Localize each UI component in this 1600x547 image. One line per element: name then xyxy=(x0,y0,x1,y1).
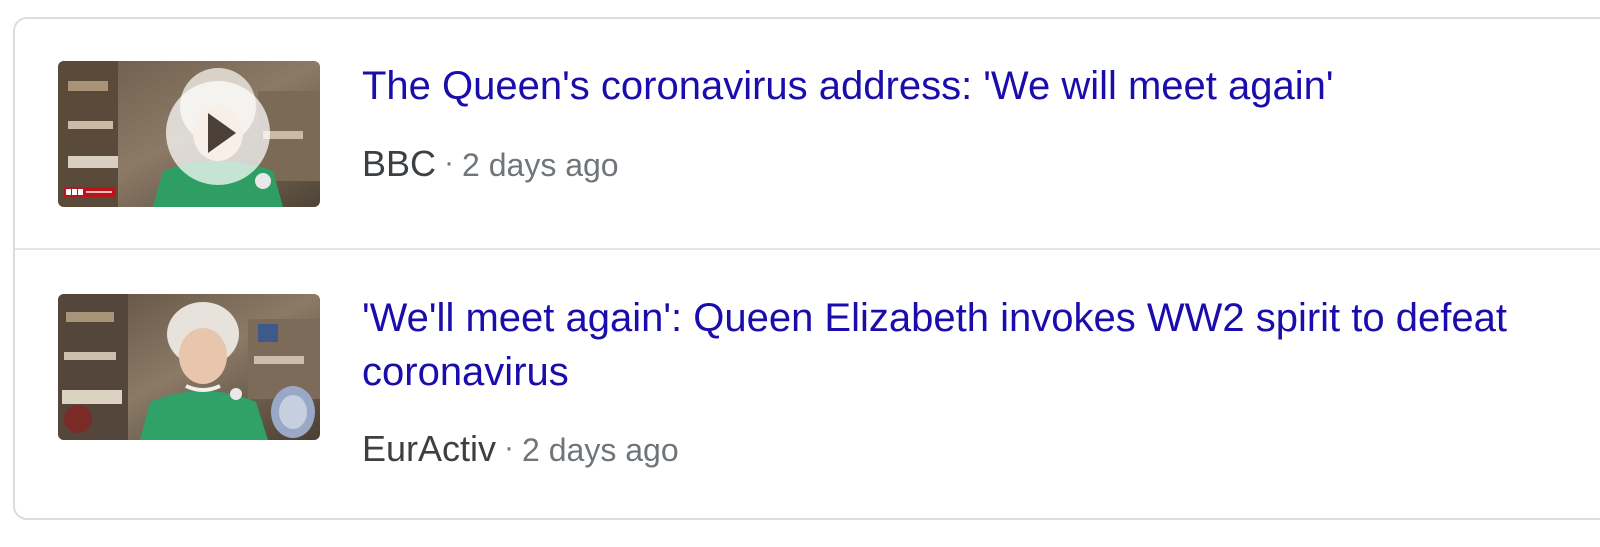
meta-separator: · xyxy=(504,431,515,464)
story-title-link[interactable]: The Queen's coronavirus address: 'We wil… xyxy=(362,59,1591,113)
story-meta: BBC · 2 days ago xyxy=(362,144,619,187)
video-thumbnail[interactable] xyxy=(58,61,320,207)
story-time: 2 days ago xyxy=(462,147,619,183)
meta-separator: · xyxy=(444,146,455,179)
story-thumbnail[interactable] xyxy=(58,294,320,440)
story-title-link[interactable]: 'We'll meet again': Queen Elizabeth invo… xyxy=(362,291,1591,399)
thumbnail-image xyxy=(58,294,320,440)
story-time: 2 days ago xyxy=(522,432,679,468)
top-stories-card: The Queen's coronavirus address: 'We wil… xyxy=(13,17,1600,520)
news-story[interactable]: The Queen's coronavirus address: 'We wil… xyxy=(15,19,1600,249)
story-meta: EurActiv · 2 days ago xyxy=(362,429,679,472)
thumbnail-image xyxy=(58,61,320,207)
news-story[interactable]: 'We'll meet again': Queen Elizabeth invo… xyxy=(15,251,1600,521)
story-divider xyxy=(15,248,1600,250)
story-source: EurActiv xyxy=(362,428,497,469)
story-source: BBC xyxy=(362,143,437,184)
